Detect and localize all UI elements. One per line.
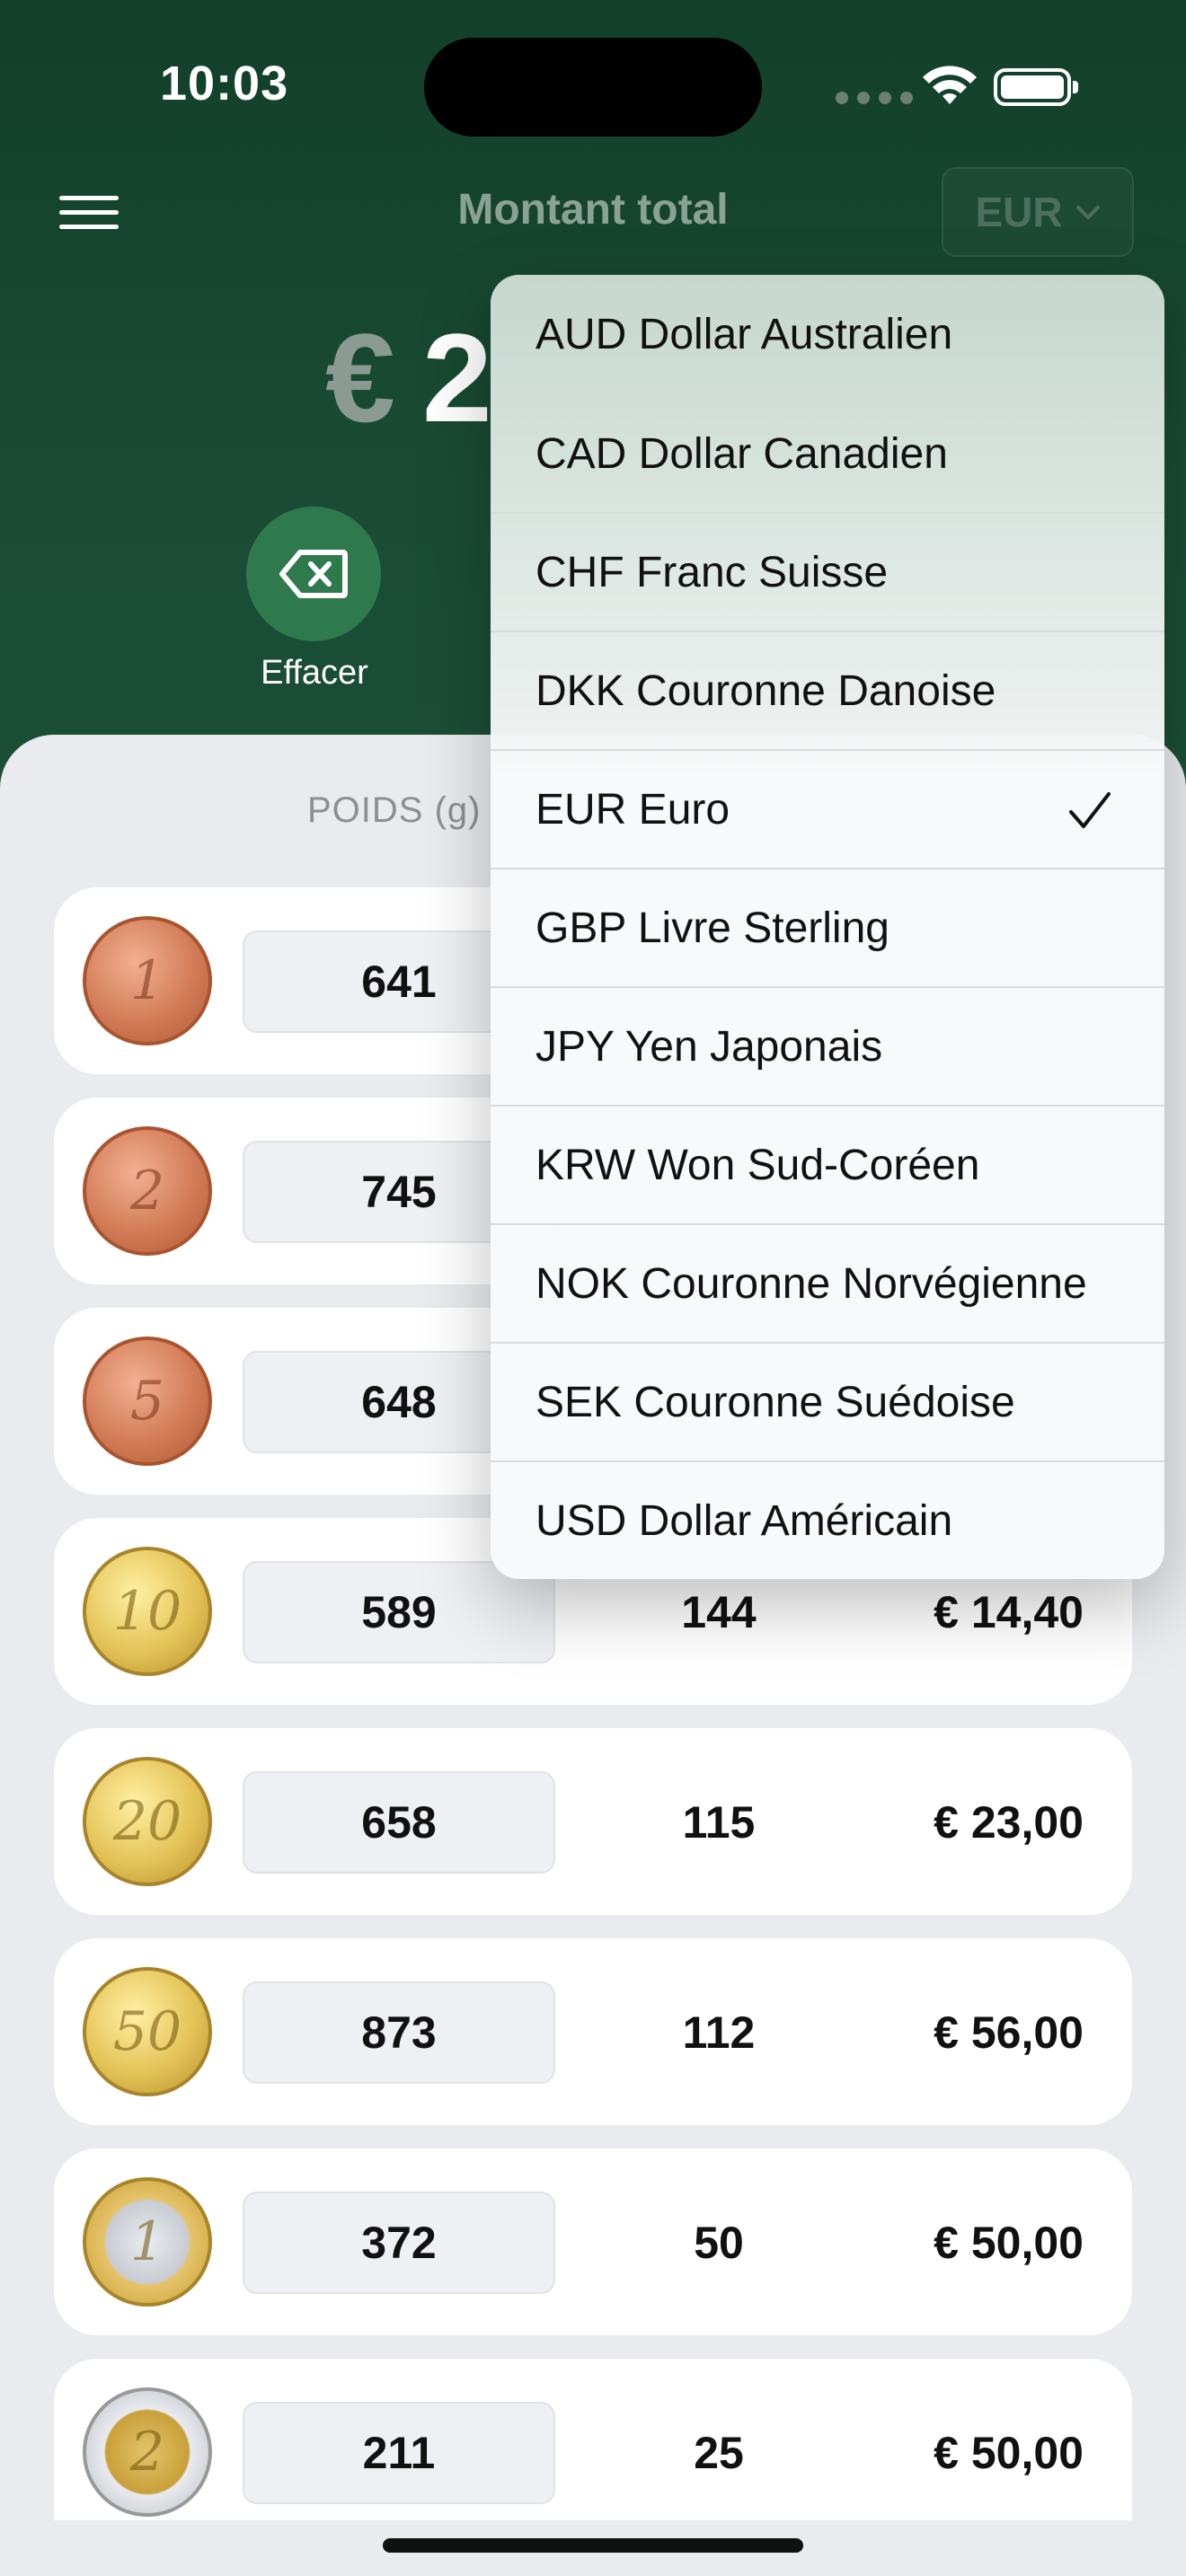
20-cent-coin-icon: 20 xyxy=(83,1757,212,1886)
column-header-weight: POIDS (g) xyxy=(307,790,482,830)
coin-mark: 10 xyxy=(112,1580,182,1643)
weight-input[interactable]: 873 xyxy=(243,1981,555,2084)
chevron-down-icon xyxy=(1075,206,1100,219)
coin-mark: 2 xyxy=(129,2421,165,2483)
2-cent-coin-icon: 2 xyxy=(83,1126,212,1256)
coin-count: 25 xyxy=(694,2428,744,2478)
10-cent-coin-icon: 10 xyxy=(83,1547,212,1676)
currency-option-krw[interactable]: KRW Won Sud-Coréen xyxy=(491,1105,1164,1223)
clear-button[interactable] xyxy=(246,507,381,641)
currency-option-eur-label: EUR Euro xyxy=(535,785,730,834)
coin-value: € 50,00 xyxy=(934,2218,1084,2268)
coin-mark: 20 xyxy=(112,1790,182,1853)
dynamic-island xyxy=(424,38,762,137)
currency-option-gbp[interactable]: GBP Livre Sterling xyxy=(491,868,1164,986)
weight-input[interactable]: 211 xyxy=(243,2402,555,2504)
status-time: 10:03 xyxy=(160,57,289,110)
currency-option-dkk[interactable]: DKK Couronne Danoise xyxy=(491,631,1164,749)
currency-option-cad[interactable]: CAD Dollar Canadien xyxy=(491,393,1164,512)
1-euro-coin-icon: 1 xyxy=(83,2177,212,2307)
battery-icon xyxy=(994,68,1078,106)
coin-row: 2 211 25 € 50,00 xyxy=(54,2359,1132,2520)
currency-option-eur[interactable]: EUR Euro xyxy=(491,749,1164,868)
coin-mark: 5 xyxy=(129,1370,165,1433)
1-cent-coin-icon: 1 xyxy=(83,916,212,1045)
wifi-icon xyxy=(923,66,977,104)
total-currency-symbol: € xyxy=(325,307,395,448)
coin-row: 50 873 112 € 56,00 xyxy=(54,1938,1132,2125)
coin-row: 1 372 50 € 50,00 xyxy=(54,2148,1132,2335)
coin-row: 20 658 115 € 23,00 xyxy=(54,1728,1132,1915)
coin-mark: 1 xyxy=(129,2210,165,2273)
currency-option-chf[interactable]: CHF Franc Suisse xyxy=(491,512,1164,631)
currency-option-sek[interactable]: SEK Couronne Suédoise xyxy=(491,1342,1164,1460)
5-cent-coin-icon: 5 xyxy=(83,1337,212,1466)
checkmark-icon xyxy=(1069,792,1111,828)
currency-dropdown-menu: AUD Dollar Australien CAD Dollar Canadie… xyxy=(491,275,1164,1579)
delete-backspace-icon xyxy=(279,550,348,598)
2-euro-coin-icon: 2 xyxy=(83,2387,212,2517)
coin-count: 50 xyxy=(694,2218,744,2268)
currency-option-nok[interactable]: NOK Couronne Norvégienne xyxy=(491,1223,1164,1342)
coin-value: € 56,00 xyxy=(934,2007,1084,2058)
weight-input[interactable]: 372 xyxy=(243,2192,555,2294)
weight-input[interactable]: 658 xyxy=(243,1771,555,1874)
coin-count: 112 xyxy=(682,2007,756,2058)
home-indicator xyxy=(383,2538,803,2553)
coin-count: 115 xyxy=(682,1797,756,1848)
coin-mark: 2 xyxy=(129,1160,165,1222)
coin-value: € 50,00 xyxy=(934,2428,1084,2478)
coin-mark: 50 xyxy=(112,2000,182,2063)
currency-option-aud[interactable]: AUD Dollar Australien xyxy=(491,275,1164,393)
50-cent-coin-icon: 50 xyxy=(83,1967,212,2096)
currency-option-jpy[interactable]: JPY Yen Japonais xyxy=(491,986,1164,1105)
clear-button-label: Effacer xyxy=(261,654,368,692)
total-value: 2 xyxy=(421,307,492,448)
signal-icon xyxy=(836,92,913,104)
coin-mark: 1 xyxy=(129,949,165,1012)
coin-value: € 23,00 xyxy=(934,1797,1084,1848)
currency-option-usd[interactable]: USD Dollar Américain xyxy=(491,1460,1164,1579)
status-icons xyxy=(836,63,1078,108)
currency-selector-label: EUR xyxy=(975,189,1063,235)
currency-selector-button[interactable]: EUR xyxy=(942,167,1134,257)
total-amount: €2 xyxy=(325,305,492,451)
